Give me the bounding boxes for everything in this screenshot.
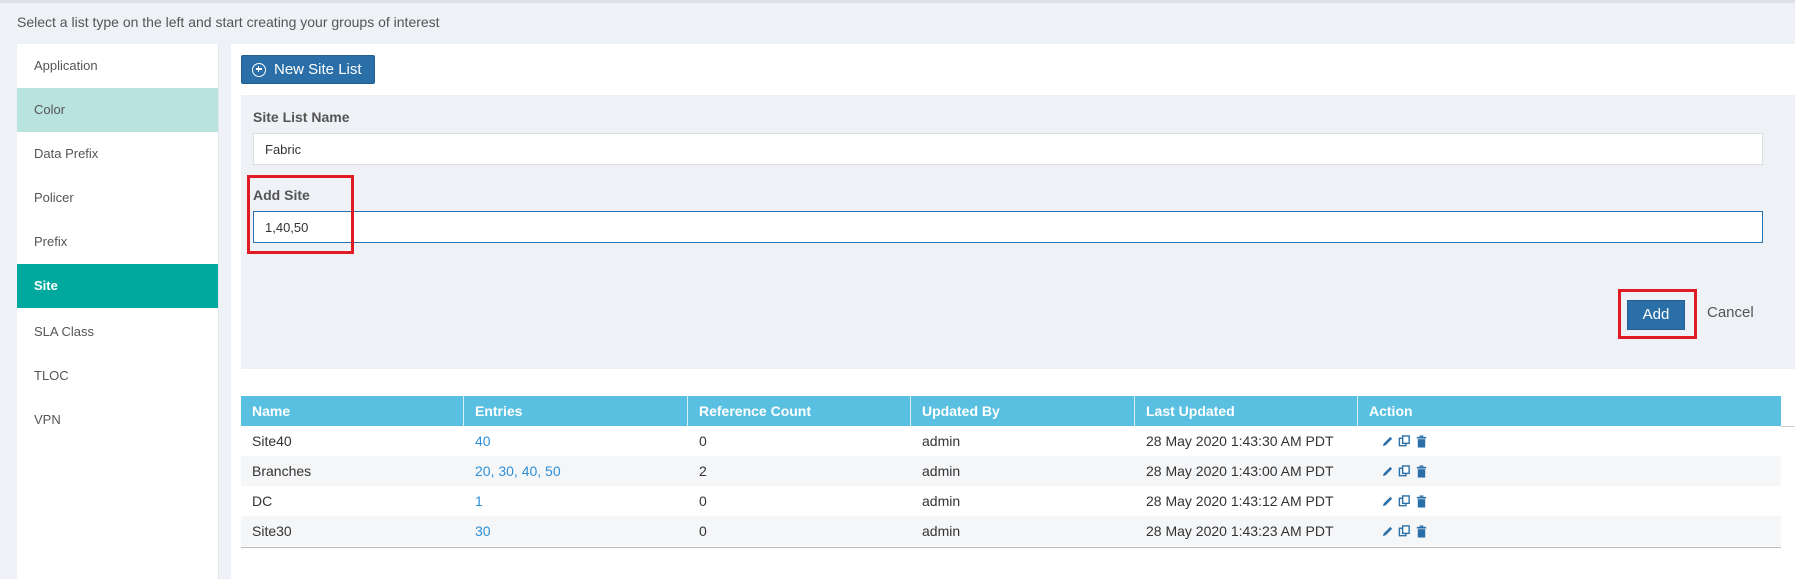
site-list-name-label: Site List Name: [253, 109, 350, 125]
copy-icon[interactable]: [1398, 434, 1411, 448]
table-header: Name Entries Reference Count Updated By …: [241, 396, 1781, 426]
column-header-entries[interactable]: Entries: [464, 396, 688, 426]
sidebar-item-vpn[interactable]: VPN: [17, 398, 218, 442]
sidebar-item-prefix[interactable]: Prefix: [17, 220, 218, 264]
table-row: DC 1 0 admin 28 May 2020 1:43:12 AM PDT: [241, 486, 1781, 516]
column-header-last-updated[interactable]: Last Updated: [1135, 396, 1358, 426]
cell-reference-count: 0: [699, 523, 707, 539]
row-actions: [1381, 426, 1428, 456]
row-actions: [1381, 516, 1428, 546]
delete-icon[interactable]: [1415, 464, 1428, 478]
cell-last-updated: 28 May 2020 1:43:23 AM PDT: [1146, 523, 1334, 539]
site-list-name-input[interactable]: [253, 133, 1763, 165]
page-instruction: Select a list type on the left and start…: [17, 14, 440, 30]
cell-last-updated: 28 May 2020 1:43:30 AM PDT: [1146, 433, 1334, 449]
cell-name: Site30: [252, 523, 292, 539]
site-list-form: Site List Name Add Site Add Cancel: [241, 95, 1795, 369]
cell-reference-count: 0: [699, 493, 707, 509]
column-header-reference-count[interactable]: Reference Count: [688, 396, 911, 426]
edit-icon[interactable]: [1381, 525, 1394, 538]
copy-icon[interactable]: [1398, 494, 1411, 508]
cell-updated-by: admin: [922, 463, 961, 479]
sidebar-item-policer[interactable]: Policer: [17, 176, 218, 220]
sidebar-item-site[interactable]: Site: [17, 264, 218, 308]
column-header-action: Action: [1369, 403, 1413, 419]
cell-name: DC: [252, 493, 273, 509]
cancel-button[interactable]: Cancel: [1707, 304, 1754, 321]
cell-entries[interactable]: 20, 30, 40, 50: [464, 456, 561, 486]
main-panel: New Site List Site List Name Add Site Ad…: [231, 44, 1795, 579]
new-site-list-button[interactable]: New Site List: [241, 55, 375, 84]
header-divider: [1781, 426, 1795, 427]
edit-icon[interactable]: [1381, 465, 1394, 478]
sidebar-item-application[interactable]: Application: [17, 44, 218, 88]
cell-updated-by: admin: [922, 493, 961, 509]
sidebar-item-data-prefix[interactable]: Data Prefix: [17, 132, 218, 176]
cell-last-updated: 28 May 2020 1:43:12 AM PDT: [1146, 493, 1334, 509]
row-actions: [1381, 456, 1428, 486]
cell-last-updated: 28 May 2020 1:43:00 AM PDT: [1146, 463, 1334, 479]
column-header-updated-by[interactable]: Updated By: [911, 396, 1135, 426]
edit-icon[interactable]: [1381, 495, 1394, 508]
edit-icon[interactable]: [1381, 435, 1394, 448]
cell-reference-count: 0: [699, 433, 707, 449]
cell-entries[interactable]: 40: [464, 426, 491, 456]
cell-name: Site40: [252, 433, 292, 449]
table-row: Site30 30 0 admin 28 May 2020 1:43:23 AM PDT: [241, 516, 1781, 546]
list-type-sidebar: Application Color Data Prefix Policer Pr…: [17, 44, 219, 579]
cell-name: Branches: [252, 463, 312, 479]
sidebar-item-tloc[interactable]: TLOC: [17, 354, 218, 398]
delete-icon[interactable]: [1415, 434, 1428, 448]
row-actions: [1381, 486, 1428, 516]
table-row: Branches 20, 30, 40, 50 2 admin 28 May 2020 …: [241, 456, 1781, 486]
highlight-box-add-site: [247, 175, 354, 254]
column-header-name[interactable]: Name: [241, 396, 464, 426]
cell-reference-count: 2: [699, 463, 707, 479]
sidebar-item-sla-class[interactable]: SLA Class: [17, 310, 218, 354]
table-bottom-border: [241, 547, 1781, 548]
delete-icon[interactable]: [1415, 494, 1428, 508]
new-site-list-label: New Site List: [274, 61, 362, 78]
table-row: Site40 40 0 admin 28 May 2020 1:43:30 AM PDT: [241, 426, 1781, 456]
cell-updated-by: admin: [922, 523, 961, 539]
cell-entries[interactable]: 30: [464, 516, 491, 546]
cell-entries[interactable]: 1: [464, 486, 483, 516]
top-border: [0, 0, 1795, 3]
sidebar-item-color[interactable]: Color: [17, 88, 218, 132]
plus-circle-icon: [252, 62, 266, 77]
copy-icon[interactable]: [1398, 524, 1411, 538]
delete-icon[interactable]: [1415, 524, 1428, 538]
highlight-box-add-button: [1618, 289, 1697, 339]
cell-updated-by: admin: [922, 433, 961, 449]
copy-icon[interactable]: [1398, 464, 1411, 478]
add-site-input[interactable]: [253, 211, 1763, 243]
